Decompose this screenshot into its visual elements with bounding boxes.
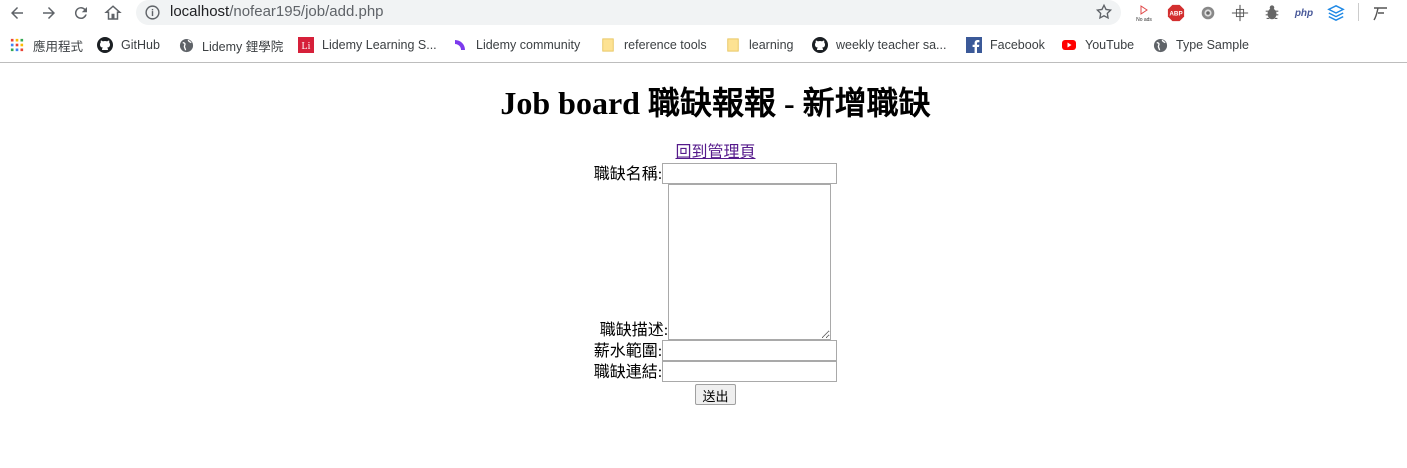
svg-text:Li: Li bbox=[302, 41, 311, 52]
bookmarks-bar: 應用程式 GitHub Lidemy 鋰學院 Li Lidemy Learnin… bbox=[0, 33, 1407, 57]
job-description-textarea[interactable] bbox=[668, 184, 832, 340]
home-icon bbox=[104, 5, 122, 20]
bookmark-youtube[interactable]: YouTube bbox=[1061, 33, 1134, 57]
globe-icon bbox=[178, 37, 194, 53]
url-text[interactable]: localhost/nofear195/job/add.php bbox=[170, 3, 384, 20]
bookmark-label: learning bbox=[749, 38, 794, 52]
salary-row: 薪水範圍: bbox=[0, 340, 1407, 361]
job-title-input[interactable] bbox=[662, 163, 838, 184]
toolbar-separator bbox=[1358, 3, 1359, 21]
youtube-icon bbox=[1061, 37, 1077, 53]
bookmark-label: Lidemy community bbox=[476, 38, 581, 52]
back-link-row: 回到管理頁 bbox=[0, 143, 1407, 163]
bookmark-label: YouTube bbox=[1085, 38, 1135, 52]
folder-icon bbox=[600, 37, 616, 53]
bookmark-label: Lidemy Learning S... bbox=[322, 38, 437, 52]
svg-text:No ads: No ads bbox=[1136, 17, 1152, 23]
reload-icon bbox=[74, 7, 87, 20]
submit-row: 送出 bbox=[0, 382, 1407, 406]
bookmark-label: 應用程式 bbox=[33, 39, 84, 54]
back-button[interactable] bbox=[6, 2, 28, 24]
job-link-label: 職缺連結: bbox=[593, 364, 663, 381]
job-link-input[interactable] bbox=[662, 361, 838, 382]
apps-grid-icon bbox=[9, 37, 25, 53]
facebook-icon bbox=[966, 37, 982, 53]
forward-button[interactable] bbox=[38, 2, 60, 24]
bug-extension-icon[interactable] bbox=[1262, 3, 1282, 23]
bookmark-label: GitHub bbox=[121, 38, 160, 52]
description-row: 職缺描述: bbox=[0, 184, 1407, 340]
submit-button[interactable]: 送出 bbox=[695, 384, 736, 405]
svg-text:ABP: ABP bbox=[1169, 11, 1182, 18]
bookmark-lidemy[interactable]: Lidemy 鋰學院 bbox=[178, 33, 283, 57]
bookmark-facebook[interactable]: Facebook bbox=[966, 33, 1045, 57]
job-title-label: 職缺名稱: bbox=[593, 166, 663, 183]
page-title: Job board 職缺報報 - 新增職缺 bbox=[500, 85, 931, 121]
purple-arc-icon bbox=[452, 37, 468, 53]
url-host: localhost bbox=[170, 3, 230, 20]
bookmark-type-sample[interactable]: Type Sample bbox=[1152, 33, 1249, 57]
info-icon[interactable] bbox=[144, 4, 161, 21]
back-to-admin-link[interactable]: 回到管理頁 bbox=[675, 144, 755, 161]
bookmark-lidemy-community[interactable]: Lidemy community bbox=[452, 33, 580, 57]
salary-label: 薪水範圍: bbox=[593, 343, 663, 360]
forward-arrow-icon bbox=[43, 7, 55, 19]
page-content: Job board 職缺報報 - 新增職缺 回到管理頁 職缺名稱: 職缺描述: … bbox=[0, 63, 1407, 468]
bookmark-star-icon[interactable] bbox=[1095, 3, 1113, 21]
github-icon bbox=[97, 37, 113, 53]
link-row: 職缺連結: bbox=[0, 361, 1407, 382]
globe-icon bbox=[1152, 37, 1168, 53]
salary-input[interactable] bbox=[662, 340, 838, 361]
reload-button[interactable] bbox=[70, 2, 92, 24]
no-ads-extension-icon[interactable]: No ads bbox=[1134, 3, 1154, 23]
lidemy-li-icon: Li bbox=[298, 37, 314, 53]
gear-extension-icon[interactable] bbox=[1198, 3, 1218, 23]
bookmark-label: Type Sample bbox=[1176, 38, 1249, 52]
add-job-form: 回到管理頁 職缺名稱: 職缺描述: 薪水範圍: 職缺連結: 送出 bbox=[0, 143, 1407, 406]
back-arrow-icon bbox=[11, 7, 23, 19]
bookmark-weekly-teacher[interactable]: weekly teacher sa... bbox=[812, 33, 946, 57]
layers-extension-icon[interactable] bbox=[1326, 3, 1346, 23]
job-description-label: 職缺描述: bbox=[599, 322, 669, 339]
bookmark-reference-tools[interactable]: reference tools bbox=[600, 33, 707, 57]
font-extension-icon[interactable] bbox=[1370, 3, 1390, 23]
bookmark-label: weekly teacher sa... bbox=[836, 38, 947, 52]
adblock-plus-extension-icon[interactable]: ABP bbox=[1166, 3, 1186, 23]
address-bar[interactable]: localhost/nofear195/job/add.php bbox=[136, 0, 1121, 25]
php-extension-icon[interactable]: php bbox=[1294, 3, 1314, 23]
bookmark-label: reference tools bbox=[624, 38, 707, 52]
url-path: /nofear195/job/add.php bbox=[229, 3, 384, 20]
title-row: 職缺名稱: bbox=[0, 163, 1407, 184]
bookmark-label: Facebook bbox=[990, 38, 1045, 52]
bookmark-lidemy-learning[interactable]: Li Lidemy Learning S... bbox=[298, 33, 437, 57]
home-button[interactable] bbox=[102, 2, 124, 24]
github-icon bbox=[812, 37, 828, 53]
bookmark-label: Lidemy 鋰學院 bbox=[202, 39, 284, 54]
browser-toolbar: localhost/nofear195/job/add.php No ads A… bbox=[0, 0, 1407, 25]
crosshair-extension-icon[interactable] bbox=[1230, 3, 1250, 23]
bookmark-learning[interactable]: learning bbox=[725, 33, 793, 57]
folder-icon bbox=[725, 37, 741, 53]
bookmark-apps[interactable]: 應用程式 bbox=[9, 33, 83, 57]
bookmark-github[interactable]: GitHub bbox=[97, 33, 160, 57]
